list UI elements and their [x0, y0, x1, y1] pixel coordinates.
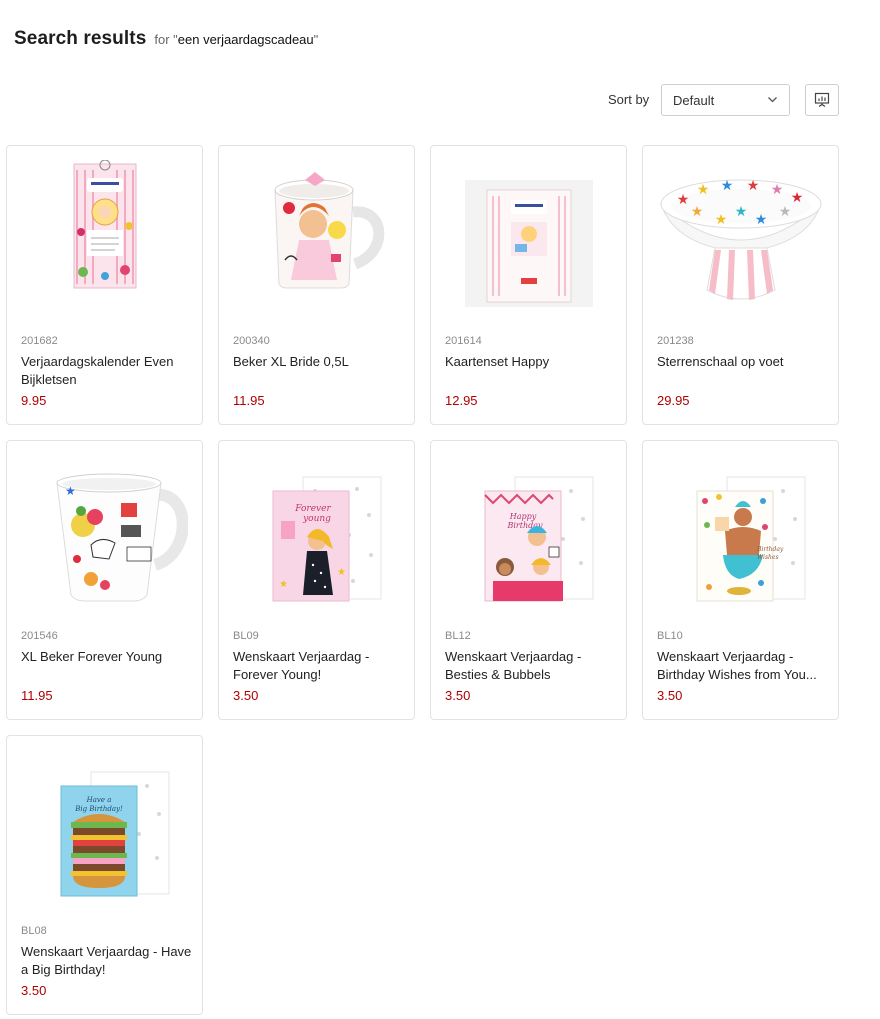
sort-selected-value: Default [673, 93, 715, 108]
product-image-mug-forever-young: ★ [56, 473, 188, 602]
search-query-line: for "een verjaardagscadeau" [154, 32, 318, 47]
svg-text:★: ★ [791, 190, 804, 206]
product-image-card-genie: Birthday Wishes [696, 476, 806, 602]
svg-text:Birthday: Birthday [756, 546, 784, 553]
product-name[interactable]: Wenskaart Verjaardag - Have a Big Birthd… [21, 943, 193, 979]
svg-text:★: ★ [747, 178, 760, 194]
product-card[interactable]: ★ ★ ★ ★ ★ ★ ★ ★ ★ ★ ★ 201238 Sterrenschaal op… [642, 145, 839, 425]
product-card[interactable]: ★ 201546 XL Beker Forever Young 11.95 [6, 440, 203, 720]
sort-select[interactable]: Default [661, 84, 790, 116]
product-name[interactable]: Kaartenset Happy [445, 353, 617, 371]
svg-text:young: young [302, 514, 331, 524]
product-image-calendar [73, 160, 137, 289]
product-card[interactable]: 201614 Kaartenset Happy 12.95 [430, 145, 627, 425]
product-card[interactable]: Birthday Wishes BL10 Wenskaart Verjaarda… [642, 440, 839, 720]
svg-text:Big Birthday!: Big Birthday! [74, 805, 123, 813]
product-sku: 201614 [445, 335, 482, 347]
product-price: 12.95 [445, 393, 478, 408]
svg-text:Have a: Have a [86, 796, 112, 804]
svg-text:★: ★ [697, 182, 710, 198]
product-card[interactable]: Have a Big Birthday! BL08 Wenskaart Verj… [6, 735, 203, 1015]
product-price: 11.95 [21, 688, 53, 703]
svg-text:★: ★ [771, 182, 784, 198]
product-sku: 200340 [233, 335, 270, 347]
product-card[interactable]: Happy Birthday BL12 Wenskaart Verjaardag… [430, 440, 627, 720]
product-image-star-bowl: ★★ ★ ★ ★ ★ ★ ★ ★★ ★ [659, 178, 823, 300]
product-sku: 201546 [21, 630, 58, 642]
product-name[interactable]: Wenskaart Verjaardag - Besties & Bubbels [445, 648, 617, 684]
svg-text:★: ★ [65, 484, 76, 498]
product-name[interactable]: Wenskaart Verjaardag - Birthday Wishes f… [657, 648, 829, 684]
svg-text:Forever: Forever [294, 504, 331, 514]
search-query: een verjaardagscadeau [177, 32, 314, 47]
product-name[interactable]: Beker XL Bride 0,5L [233, 353, 405, 371]
svg-text:Wishes: Wishes [757, 554, 779, 561]
page-title: Search results [14, 28, 147, 49]
sort-bar: Sort by Default [0, 84, 880, 116]
svg-text:★: ★ [677, 192, 690, 208]
for-label: for " [154, 32, 178, 47]
svg-text:★: ★ [691, 204, 704, 220]
product-image-card-burger: Have a Big Birthday! [60, 771, 170, 897]
product-name[interactable]: Verjaardagskalender Even Bijkletsen [21, 353, 193, 389]
product-sku: 201682 [21, 335, 58, 347]
product-name[interactable]: XL Beker Forever Young [21, 648, 193, 666]
product-sku: BL10 [657, 630, 683, 642]
sort-label: Sort by [608, 92, 650, 107]
product-image-card-forever-young: Forever young ★ ★ [272, 476, 382, 602]
chevron-down-icon [768, 97, 777, 103]
product-image-card-set [465, 180, 593, 307]
product-name[interactable]: Wenskaart Verjaardag - Forever Young! [233, 648, 405, 684]
product-price: 11.95 [233, 393, 265, 408]
product-price: 3.50 [21, 983, 47, 998]
product-price: 3.50 [233, 688, 259, 703]
product-sku: 201238 [657, 335, 694, 347]
product-sku: BL08 [21, 925, 47, 937]
svg-text:★: ★ [779, 204, 792, 220]
product-sku: BL12 [445, 630, 471, 642]
svg-text:★: ★ [721, 178, 734, 194]
presentation-chart-icon [814, 92, 830, 107]
svg-text:★: ★ [279, 579, 288, 590]
view-toggle-button[interactable] [805, 84, 839, 116]
product-price: 3.50 [445, 688, 471, 703]
svg-text:★: ★ [755, 212, 768, 228]
product-image-card-besties: Happy Birthday [484, 476, 594, 602]
product-sku: BL09 [233, 630, 259, 642]
search-header: Search results for "een verjaardagscadea… [14, 28, 318, 50]
product-price: 29.95 [657, 393, 690, 408]
product-price: 9.95 [21, 393, 47, 408]
product-card[interactable]: 200340 Beker XL Bride 0,5L 11.95 [218, 145, 415, 425]
svg-text:Happy: Happy [509, 512, 537, 521]
query-close-quote: " [313, 32, 319, 47]
product-card[interactable]: 201682 Verjaardagskalender Even Bijklets… [6, 145, 203, 425]
product-image-mug-bride [274, 172, 385, 289]
product-price: 3.50 [657, 688, 683, 703]
product-card[interactable]: Forever young ★ ★ BL09 Wenskaart Verjaard… [218, 440, 415, 720]
product-name[interactable]: Sterrenschaal op voet [657, 353, 829, 371]
svg-text:★: ★ [337, 567, 346, 578]
svg-text:★: ★ [735, 204, 748, 220]
svg-text:★: ★ [715, 212, 728, 228]
